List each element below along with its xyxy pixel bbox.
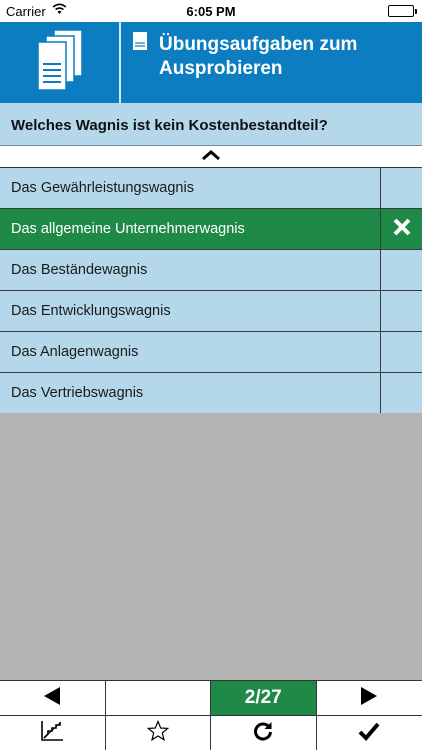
close-icon [392,217,412,242]
empty-area [0,413,422,680]
next-button[interactable] [317,681,422,715]
refresh-icon [252,720,274,747]
answer-option[interactable]: Das Beständewagnis [0,250,422,291]
answer-label: Das Gewährleistungswagnis [11,180,194,196]
answer-option[interactable]: Das Entwicklungswagnis [0,291,422,332]
answer-label: Das allgemeine Unternehmerwagnis [11,221,245,237]
answer-mark-cell [380,250,422,290]
check-answer-button[interactable] [317,716,422,750]
question-counter: 2/27 [211,681,317,715]
previous-button[interactable] [0,681,106,715]
statistics-button[interactable] [0,716,106,750]
header-bar: Übungsaufgaben zum Ausprobieren [0,22,422,103]
page-title-line1: Übungsaufgaben zum [159,34,358,55]
answer-list: Das Gewährleistungswagnis Das allgemeine… [0,168,422,414]
answer-mark-cell [380,291,422,331]
toolbar-actions-row [0,716,422,750]
bottom-toolbar: 2/27 [0,680,422,750]
answer-option[interactable]: Das Anlagenwagnis [0,332,422,373]
status-bar: Carrier 6:05 PM [0,0,422,22]
answer-label: Das Vertriebswagnis [11,385,144,401]
answer-mark-cell [380,373,422,413]
answer-option[interactable]: Das Gewährleistungswagnis [0,168,422,209]
star-icon [146,719,170,747]
answer-mark-cell [380,209,422,249]
favorite-button[interactable] [106,716,211,750]
answer-option[interactable]: Das Vertriebswagnis [0,373,422,414]
answer-label: Das Anlagenwagnis [11,344,139,360]
previous-arrow-icon [42,686,62,711]
answer-mark-cell [380,332,422,372]
documents-stack-icon [0,22,121,103]
answer-option-selected[interactable]: Das allgemeine Unternehmerwagnis [0,209,422,250]
reset-button[interactable] [211,716,317,750]
page-title: Übungsaufgaben zum Ausprobieren [159,33,409,81]
battery-icon [388,5,417,17]
toolbar-navigation-row: 2/27 [0,681,422,716]
document-icon [133,32,147,55]
answer-mark-cell [380,168,422,208]
clock: 6:05 PM [186,4,236,19]
toolbar-empty-cell [106,681,211,715]
checkmark-icon [358,721,380,746]
statistics-chart-icon [40,720,64,747]
answer-label: Das Entwicklungswagnis [11,303,171,319]
page-title-line2: Ausprobieren [159,58,283,79]
next-arrow-icon [359,686,379,711]
question-text: Welches Wagnis ist kein Kostenbestandtei… [0,103,422,146]
answer-label: Das Beständewagnis [11,262,148,278]
scroll-up-button[interactable] [0,146,422,168]
chevron-up-icon [201,148,221,166]
